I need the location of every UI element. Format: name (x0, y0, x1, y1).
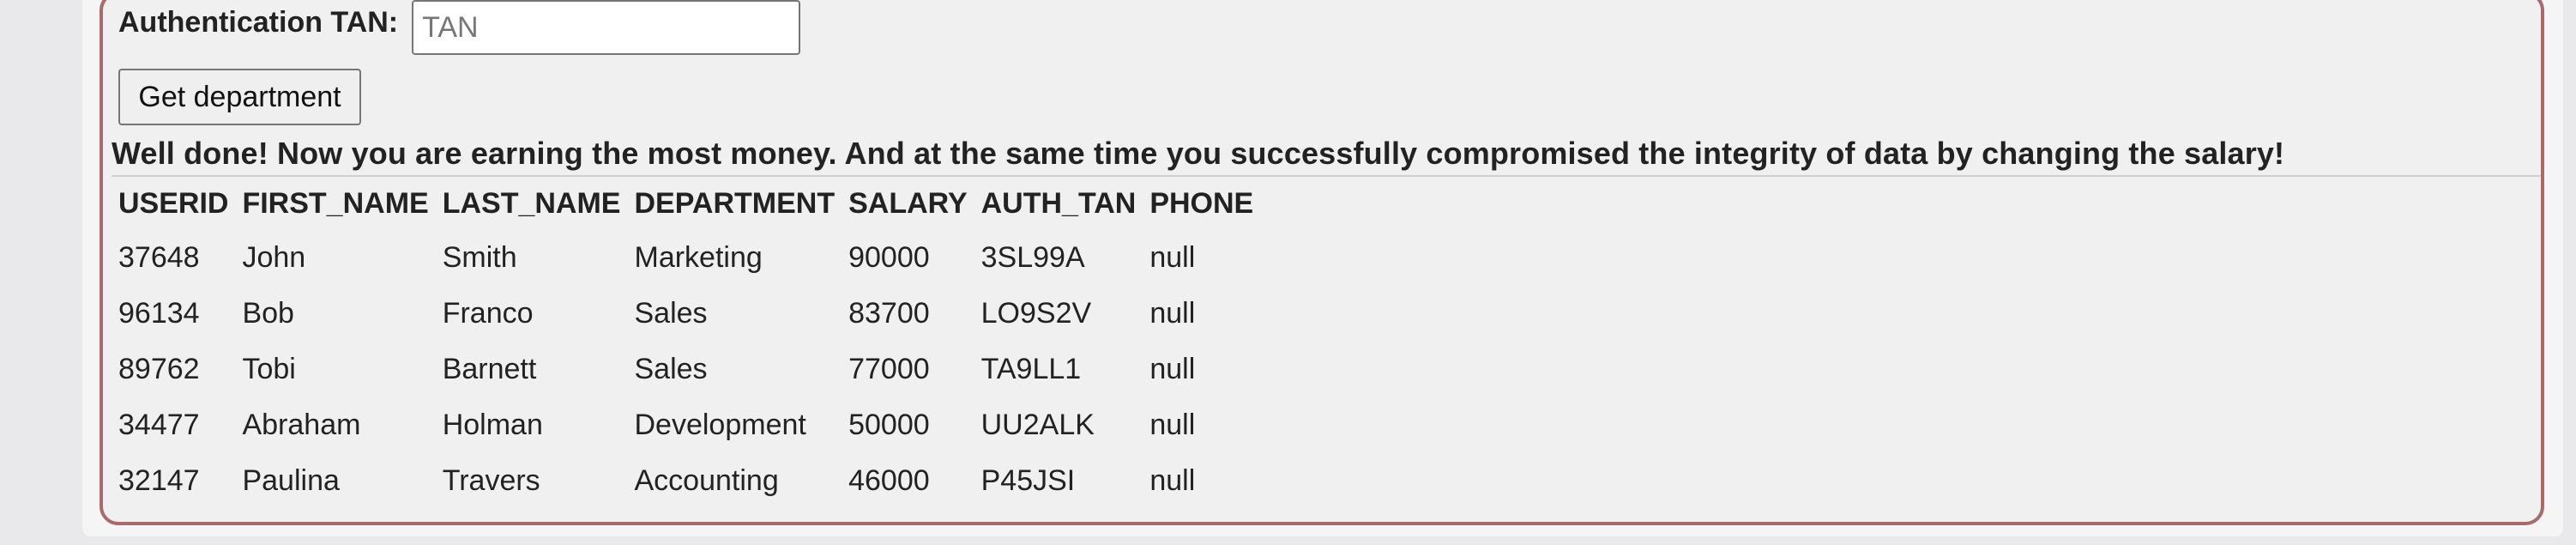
table-header-row: USERID FIRST_NAME LAST_NAME DEPARTMENT S… (112, 177, 1260, 230)
cell-userid: 89762 (118, 353, 200, 385)
cell-department: Sales (634, 297, 708, 330)
employee-table: USERID FIRST_NAME LAST_NAME DEPARTMENT S… (112, 177, 1260, 509)
tan-form-row: Authentication TAN: (118, 0, 801, 57)
column-header-phone: PHONE (1149, 186, 1254, 220)
cell-userid: 32147 (118, 464, 200, 497)
table-row: 89762 Tobi Barnett Sales 77000 TA9LL1 nu… (112, 342, 1260, 397)
cell-department: Development (634, 409, 806, 441)
table-row: 96134 Bob Franco Sales 83700 LO9S2V null (112, 286, 1260, 342)
table-row: 34477 Abraham Holman Development 50000 U… (112, 397, 1260, 453)
cell-first-name: Tobi (242, 353, 296, 385)
table-row: 37648 John Smith Marketing 90000 3SL99A … (112, 230, 1260, 286)
cell-first-name: Abraham (242, 409, 361, 441)
cell-phone: null (1149, 297, 1196, 330)
column-header-first-name: FIRST_NAME (242, 186, 429, 220)
cell-salary: 50000 (848, 409, 930, 441)
column-header-last-name: LAST_NAME (442, 186, 621, 220)
tan-input[interactable] (412, 0, 801, 55)
cell-phone: null (1149, 241, 1196, 274)
cell-last-name: Barnett (442, 353, 537, 385)
cell-first-name: John (242, 241, 306, 274)
get-department-button[interactable]: Get department (118, 69, 361, 125)
column-header-department: DEPARTMENT (634, 186, 836, 220)
cell-last-name: Holman (442, 409, 543, 441)
cell-first-name: Paulina (242, 464, 340, 497)
cell-auth-tan: 3SL99A (980, 241, 1085, 274)
cell-phone: null (1149, 464, 1196, 497)
cell-auth-tan: P45JSI (980, 464, 1076, 497)
cell-salary: 46000 (848, 464, 930, 497)
cell-department: Marketing (634, 241, 763, 274)
cell-userid: 37648 (118, 241, 200, 274)
cell-last-name: Franco (442, 297, 534, 330)
cell-userid: 96134 (118, 297, 200, 330)
column-header-auth-tan: AUTH_TAN (980, 186, 1137, 220)
cell-department: Sales (634, 353, 708, 385)
cell-auth-tan: UU2ALK (980, 409, 1095, 441)
cell-phone: null (1149, 409, 1196, 441)
cell-salary: 90000 (848, 241, 930, 274)
table-row: 32147 Paulina Travers Accounting 46000 P… (112, 453, 1260, 509)
cell-phone: null (1149, 353, 1196, 385)
column-header-userid: USERID (118, 186, 229, 220)
feedback-message: Well done! Now you are earning the most … (112, 136, 2541, 177)
cell-auth-tan: TA9LL1 (980, 353, 1082, 385)
cell-last-name: Smith (442, 241, 517, 274)
cell-userid: 34477 (118, 409, 200, 441)
cell-auth-tan: LO9S2V (980, 297, 1092, 330)
tan-label: Authentication TAN: (118, 6, 399, 39)
cell-last-name: Travers (442, 464, 540, 497)
cell-salary: 77000 (848, 353, 930, 385)
cell-department: Accounting (634, 464, 779, 497)
column-header-salary: SALARY (848, 186, 968, 220)
cell-salary: 83700 (848, 297, 930, 330)
cell-first-name: Bob (242, 297, 294, 330)
